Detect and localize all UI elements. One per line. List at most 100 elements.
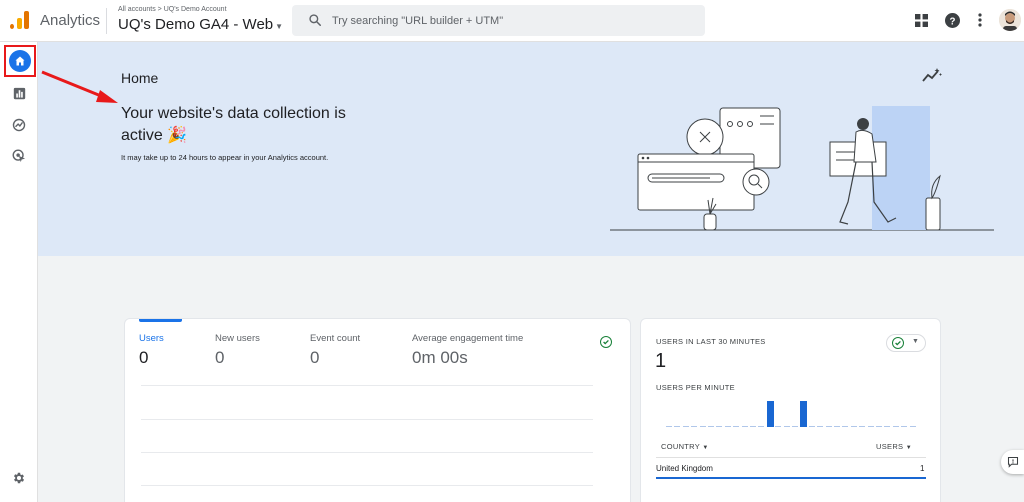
minute-baseline: [666, 426, 672, 427]
chat-bubble-icon: [1007, 456, 1018, 468]
metric-value: 0: [139, 348, 149, 367]
minute-baseline: [682, 426, 689, 427]
realtime-users-value: 1: [655, 350, 667, 372]
chart-gridline: [141, 485, 593, 486]
bar-chart-icon: [13, 87, 25, 99]
more-vert-icon[interactable]: [971, 11, 989, 29]
metric-avg-engagement[interactable]: Average engagement time 0m 00s: [412, 333, 523, 368]
minute-baseline: [867, 426, 874, 427]
app-name: Analytics: [40, 12, 101, 29]
country-cell: United Kingdom: [656, 464, 713, 473]
users-column-header[interactable]: USERS ▼: [876, 442, 912, 451]
avatar[interactable]: [999, 9, 1021, 31]
check-circle-icon: [892, 337, 904, 349]
explore-icon: [12, 118, 26, 132]
realtime-title: USERS IN LAST 30 MINUTES: [656, 337, 766, 346]
minute-baseline: [674, 426, 681, 427]
welcome-banner: Home Your website's data collection is a…: [38, 42, 1024, 256]
feedback-chat-button[interactable]: [1001, 450, 1024, 474]
sidebar-item-explore[interactable]: [9, 115, 29, 135]
advertising-icon: [12, 149, 26, 163]
insights-icon[interactable]: [922, 67, 942, 83]
gear-icon: [13, 472, 25, 484]
table-divider: [656, 457, 926, 458]
data-collection-heading: Your website's data collection is active…: [121, 105, 346, 144]
overview-card: Users 0 New users 0 Event count 0 Averag…: [124, 318, 631, 502]
minute-baseline: [708, 426, 714, 427]
chart-gridline: [141, 385, 593, 386]
row-value-bar: [656, 477, 926, 479]
top-bar: Analytics All accounts > UQ's Demo Accou…: [0, 0, 1024, 42]
minute-bar: [766, 401, 774, 427]
data-collection-subtext: It may take up to 24 hours to appear in …: [121, 153, 329, 162]
minute-baseline: [817, 426, 824, 427]
active-tab-indicator: [139, 319, 182, 322]
page-title: Home: [121, 70, 159, 86]
chevron-down-icon: ▼: [275, 22, 284, 31]
account-breadcrumb[interactable]: All accounts > UQ's Demo Account: [118, 6, 227, 13]
home-icon: [15, 56, 25, 66]
sidebar-item-advertising[interactable]: [9, 146, 29, 166]
check-circle-icon[interactable]: [600, 336, 612, 348]
metric-value: 0m 00s: [412, 348, 468, 367]
search-icon: [309, 14, 322, 27]
users-per-minute-chart: [665, 393, 917, 427]
header-divider: [106, 8, 107, 34]
users-cell: 1: [920, 464, 925, 473]
sidebar-item-reports[interactable]: [9, 83, 29, 103]
minute-baseline: [892, 426, 899, 427]
metric-label: Event count: [310, 333, 361, 344]
minute-baseline: [716, 426, 723, 427]
chevron-down-icon: ▼: [912, 338, 919, 345]
minute-baseline: [808, 426, 815, 427]
minute-baseline: [783, 426, 790, 427]
sidebar-item-settings[interactable]: [9, 468, 29, 488]
sidebar-item-home[interactable]: [4, 45, 36, 77]
minute-baseline: [909, 426, 916, 427]
metric-label: Average engagement time: [412, 333, 524, 344]
minute-baseline: [733, 426, 740, 427]
minute-baseline: [901, 426, 908, 427]
metric-label: Users: [139, 333, 164, 344]
metric-value: 0: [310, 348, 320, 367]
minute-bar: [800, 401, 808, 427]
minute-baseline: [825, 426, 832, 427]
minute-baseline: [884, 426, 891, 427]
metric-users[interactable]: Users 0: [139, 333, 164, 368]
property-selector[interactable]: UQ's Demo GA4 - Web ▼: [118, 16, 283, 33]
realtime-card: USERS IN LAST 30 MINUTES 1 ▼ USERS PER M…: [640, 318, 941, 502]
annotation-arrow: [41, 70, 118, 103]
minute-baseline: [724, 426, 731, 427]
minute-baseline: [775, 426, 782, 427]
realtime-status-dropdown[interactable]: ▼: [886, 334, 926, 352]
left-nav-rail: [0, 42, 38, 502]
metric-new-users[interactable]: New users 0: [215, 333, 260, 368]
minute-baseline: [699, 426, 706, 427]
column-label: COUNTRY: [661, 442, 700, 451]
minute-baseline: [741, 426, 748, 427]
apps-grid-icon[interactable]: [912, 11, 930, 29]
chart-gridline: [141, 452, 593, 453]
svg-text:?: ?: [949, 16, 955, 27]
column-label: USERS: [876, 442, 904, 451]
metric-label: New users: [215, 333, 260, 344]
minute-baseline: [834, 426, 840, 427]
search-input[interactable]: [332, 12, 692, 29]
minute-baseline: [876, 426, 882, 427]
country-column-header[interactable]: COUNTRY ▼: [661, 442, 709, 451]
minute-baseline: [691, 426, 698, 427]
minute-baseline: [758, 426, 765, 427]
minute-baseline: [859, 426, 866, 427]
website-illustration: [610, 106, 994, 231]
users-per-minute-label: USERS PER MINUTE: [656, 383, 735, 392]
analytics-logo-icon[interactable]: [10, 11, 30, 29]
search-bar[interactable]: [292, 5, 705, 36]
property-name: UQ's Demo GA4 - Web: [118, 16, 274, 33]
minute-baseline: [750, 426, 756, 427]
chart-gridline: [141, 419, 593, 420]
metric-value: 0: [215, 348, 225, 367]
help-icon[interactable]: ?: [943, 11, 961, 29]
minute-baseline: [850, 426, 857, 427]
metric-event-count[interactable]: Event count 0: [310, 333, 360, 368]
minute-baseline: [792, 426, 798, 427]
